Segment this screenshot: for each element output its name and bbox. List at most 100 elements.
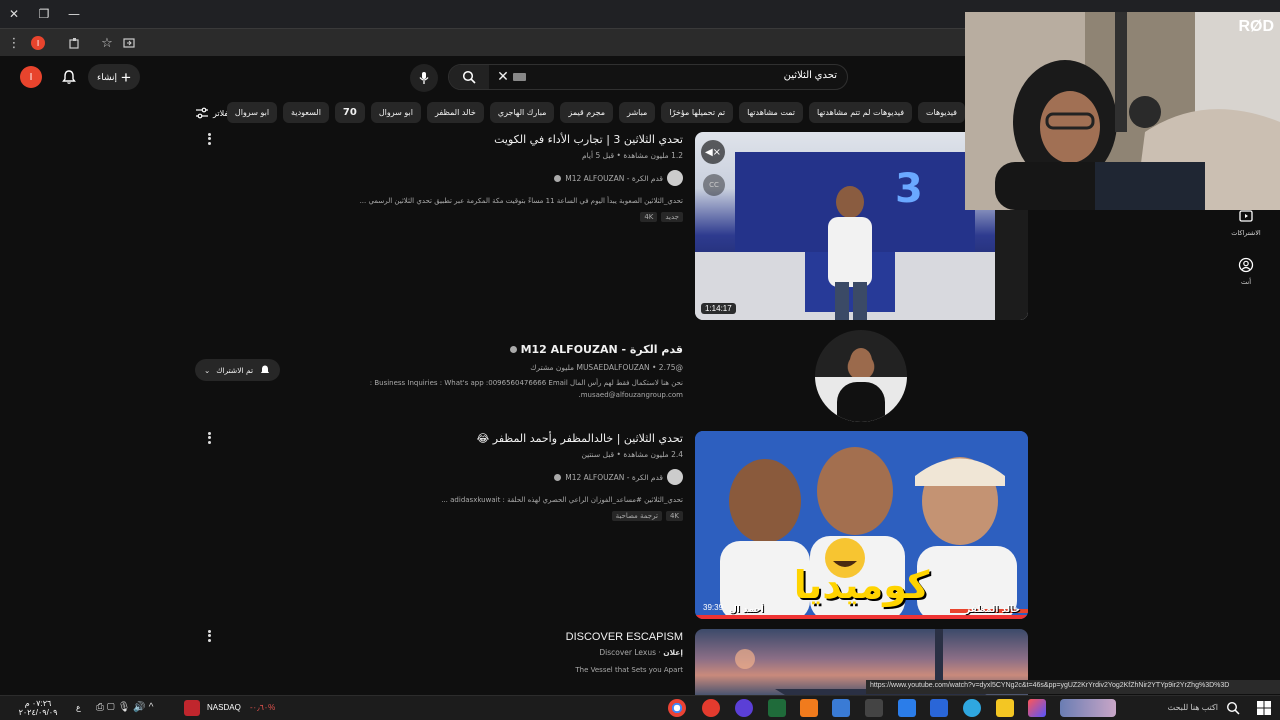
taskbar-search-icon[interactable] — [1226, 701, 1240, 715]
clock-time[interactable]: ٠٧:٢٦ م — [10, 699, 66, 708]
ad-advertiser[interactable]: Discover Lexus — [599, 648, 656, 657]
ad-title[interactable]: DISCOVER ESCAPISM — [195, 629, 683, 645]
restore-window-icon[interactable]: ❐ — [34, 4, 54, 24]
chip[interactable]: مبارك الهاجري — [489, 102, 555, 123]
ticker-change: -٠٫٦٠% — [250, 703, 276, 712]
create-button[interactable]: إنشاء + — [88, 64, 140, 90]
file-explorer-icon[interactable] — [996, 699, 1014, 717]
channel-avatar[interactable] — [667, 170, 683, 186]
chip[interactable]: 70 — [334, 102, 365, 123]
clock-date[interactable]: ٢٠٢٤/٠٩/٠٩ — [10, 708, 66, 717]
more-actions-icon[interactable] — [205, 431, 213, 445]
taskbar-search-input[interactable]: اكتب هنا للبحث — [1122, 703, 1218, 712]
extensions-icon[interactable] — [66, 34, 84, 52]
channel-name[interactable]: قدم الكرة - M12 ALFOUZAN — [565, 473, 663, 482]
search-input[interactable]: تحدي الثلاثين — [784, 70, 837, 81]
thumbnail-name-left: أحمد ال — [729, 605, 764, 615]
nav-you-label: أنت — [1241, 278, 1251, 286]
badge: 4K — [665, 511, 683, 521]
chip[interactable]: السعودية — [283, 102, 329, 123]
chip[interactable]: مجرم قيمز — [560, 102, 614, 123]
channel-row[interactable]: قدم الكرة - M12 ALFOUZAN — [195, 170, 683, 186]
video-info: تحدي الثلاثين | خالدالمظفر وأحمد المظفر … — [195, 431, 683, 521]
channel-title-text[interactable]: قدم الكرة - M12 ALFOUZAN — [521, 343, 683, 356]
clear-search-icon[interactable]: ✕ — [493, 67, 513, 87]
subscribed-button[interactable]: ⌄ تم الاشتراك — [195, 359, 280, 381]
badge-row: 4K ترجمة مصاحبة — [195, 511, 683, 521]
badge-row: جديد 4K — [195, 212, 683, 222]
copilot-icon[interactable] — [1028, 699, 1046, 717]
filters-sliders-icon — [196, 107, 208, 119]
voice-search-mic-icon[interactable] — [410, 64, 438, 92]
app-icon-blue[interactable] — [832, 699, 850, 717]
app-icon-dark[interactable] — [865, 699, 883, 717]
video-result[interactable]: كوميديا خالد المظفر أحمد ال 39:39 تحدي ا… — [195, 431, 1028, 619]
chip[interactable]: خالد المظفر — [426, 102, 484, 123]
thumbnail-name-right: خالد المظفر — [965, 605, 1020, 615]
more-actions-icon[interactable] — [205, 629, 213, 643]
ad-description: The Vessel that Sets you Apart — [575, 666, 683, 674]
video-title[interactable]: تحدي الثلاثين | خالدالمظفر وأحمد المظفر … — [195, 431, 683, 447]
search-highlight-image — [1060, 699, 1116, 717]
search-icon — [462, 70, 476, 84]
channel-avatar-large[interactable] — [815, 330, 907, 422]
more-actions-icon[interactable] — [205, 132, 213, 146]
nav-subscriptions-label: الاشتراكات — [1231, 229, 1261, 237]
notifications-bell-icon[interactable] — [58, 66, 80, 88]
install-app-icon[interactable] — [120, 34, 138, 52]
minimize-window-icon[interactable]: — — [64, 4, 84, 24]
captions-icon[interactable]: CC — [703, 174, 725, 196]
video-description: تحدي_الثلاثين #مساعد_الفوزان الراعي الحص… — [441, 496, 683, 504]
video-title[interactable]: تحدي الثلاثين 3 | تجارب الأداء في الكويت — [195, 132, 683, 148]
badge: جديد — [661, 212, 683, 222]
channel-row[interactable]: قدم الكرة - M12 ALFOUZAN — [195, 469, 683, 485]
ad-sponsor-row: إعلان · Discover Lexus — [599, 648, 683, 657]
channel-name[interactable]: قدم الكرة - M12 ALFOUZAN — [565, 174, 663, 183]
app-icon-purple[interactable] — [735, 699, 753, 717]
video-thumbnail[interactable]: كوميديا خالد المظفر أحمد ال 39:39 — [695, 431, 1028, 619]
video-description: تحدي_الثلاثين الصعوبة يبدأ اليوم في السا… — [359, 197, 683, 205]
channel-result[interactable]: قدم الكرة - M12 ALFOUZAN @MUSAEDALFOUZAN… — [195, 330, 1028, 422]
bookmark-star-icon[interactable]: ☆ — [98, 34, 116, 52]
chevron-down-icon: ⌄ — [203, 365, 211, 375]
channel-avatar[interactable] — [667, 469, 683, 485]
edge-icon[interactable] — [963, 699, 981, 717]
chip[interactable]: ابو سروال — [370, 102, 421, 123]
outlook-icon[interactable] — [898, 699, 916, 717]
nav-you[interactable]: أنت — [1228, 257, 1264, 286]
channel-title[interactable]: قدم الكرة - M12 ALFOUZAN — [195, 342, 683, 358]
mute-icon[interactable]: ◀× — [701, 140, 725, 164]
chrome-icon[interactable] — [668, 699, 686, 717]
store-icon[interactable] — [930, 699, 948, 717]
chip[interactable]: فيديوهات — [918, 102, 965, 123]
search-button[interactable] — [449, 65, 489, 89]
ticker-name[interactable]: NASDAQ — [207, 703, 241, 712]
chip[interactable]: ابو سروال — [226, 102, 278, 123]
chip[interactable]: مباشر — [619, 102, 656, 123]
subscriptions-icon — [1239, 210, 1253, 222]
windows-start-icon[interactable] — [1256, 700, 1272, 716]
chip[interactable]: تمت مشاهدتها — [739, 102, 804, 123]
keyboard-icon[interactable] — [513, 73, 526, 81]
close-window-icon[interactable]: ✕ — [4, 4, 24, 24]
chip[interactable]: تم تحميلها مؤخرًا — [661, 102, 734, 123]
app-icon-green[interactable] — [768, 699, 786, 717]
account-avatar[interactable]: I — [20, 66, 42, 88]
video-meta: 2.4 مليون مشاهدة • قبل سنتين — [581, 450, 683, 459]
video-duration: 39:39 — [703, 603, 724, 612]
browser-profile-button[interactable]: I — [29, 34, 47, 52]
app-icon-red[interactable] — [702, 699, 720, 717]
stock-widget-icon[interactable] — [184, 700, 200, 716]
language-indicator[interactable]: ع — [76, 703, 81, 712]
filter-chip-bar: الفلاتر ‹ فيديوهات فيديوهات لم تتم مشاهد… — [195, 100, 965, 126]
search-box[interactable]: ✕ تحدي الثلاثين — [448, 64, 848, 90]
nav-subscriptions[interactable]: الاشتراكات — [1228, 208, 1264, 237]
app-icon-orange[interactable] — [800, 699, 818, 717]
system-tray-icons[interactable]: ⎙▢🎙🔊^ — [96, 702, 156, 713]
video-result[interactable]: 3 ◀× CC 1:14:17 تحدي الثلاثين 3 | تجارب … — [195, 132, 1028, 322]
video-meta: 1.2 مليون مشاهدة • قبل 5 أيام — [581, 151, 683, 160]
ad-sponsored-label: إعلان — [663, 648, 683, 657]
verified-icon — [509, 346, 517, 353]
chip[interactable]: فيديوهات لم تتم مشاهدتها — [809, 102, 913, 123]
browser-menu-icon[interactable]: ⋮ — [5, 34, 23, 52]
